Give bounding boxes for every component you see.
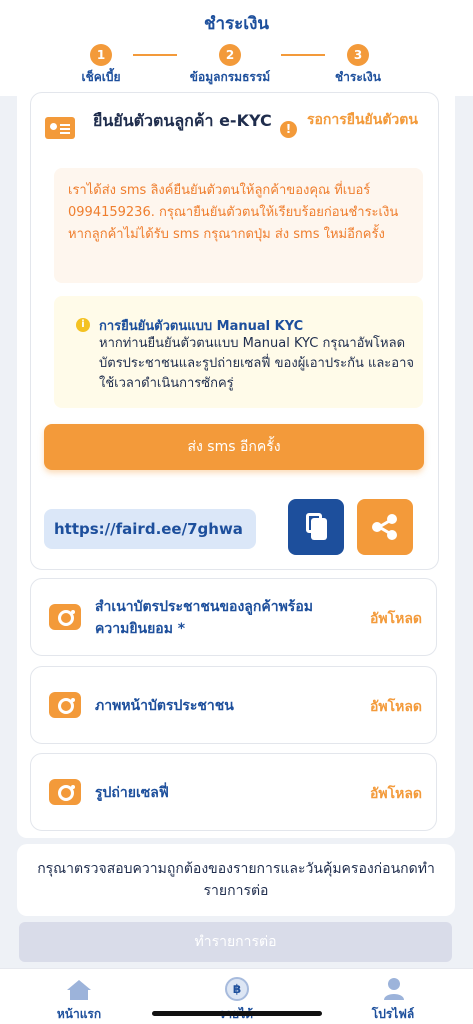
resend-sms-button[interactable]: ส่ง sms อีกครั้ง (44, 424, 424, 470)
nav-label: โปรไฟล์ (371, 1007, 415, 1021)
proceed-button[interactable]: ทำรายการต่อ (19, 922, 452, 962)
step-1-label: เช็คเบี้ย (81, 70, 121, 84)
upload-card-id-front[interactable]: ภาพหน้าบัตรประชาชน อัพโหลด (30, 666, 437, 744)
id-card-icon (45, 117, 75, 139)
manual-kyc-description: หากท่านยืนยันตัวตนแบบ Manual KYC กรุณาอั… (99, 336, 415, 391)
info-icon: i (76, 318, 90, 332)
ekyc-status: รอการยืนยันตัวตน (307, 112, 418, 128)
camera-icon (49, 779, 81, 805)
ekyc-title: ยืนยันตัวตนลูกค้า e-KYC (93, 111, 272, 130)
home-indicator (152, 1011, 322, 1016)
ekyc-card: ยืนยันตัวตนลูกค้า e-KYC ! รอการยืนยันตัว… (30, 92, 439, 570)
home-icon (67, 980, 91, 1000)
step-3-indicator: 3 (347, 44, 369, 66)
step-2-label: ข้อมูลกรมธรรม์ (189, 70, 271, 84)
nav-label: หน้าแรก (56, 1007, 102, 1021)
upload-card-id-copy[interactable]: สำเนาบัตรประชาชนของลูกค้าพร้อมความยินยอม… (30, 578, 437, 656)
camera-icon (49, 692, 81, 718)
profile-icon (384, 978, 404, 1000)
upload-button[interactable]: อัพโหลด (370, 608, 422, 630)
share-icon (372, 514, 397, 540)
coin-icon: ฿ (225, 977, 249, 1001)
step-3-label: ชำระเงิน (335, 70, 381, 84)
step-1-indicator: 1 (90, 44, 112, 66)
step-connector (281, 54, 325, 56)
warning-icon: ! (280, 121, 297, 138)
upload-button[interactable]: อัพโหลด (370, 696, 422, 718)
nav-item-profile[interactable]: โปรไฟล์ (338, 969, 448, 1024)
upload-label: สำเนาบัตรประชาชนของลูกค้าพร้อมความยินยอม… (95, 599, 313, 637)
step-connector (133, 54, 177, 56)
step-2-indicator: 2 (219, 44, 241, 66)
upload-label: ภาพหน้าบัตรประชาชน (95, 698, 234, 714)
share-link-button[interactable] (357, 499, 413, 555)
upload-card-selfie[interactable]: รูปถ่ายเซลฟี่ อัพโหลด (30, 753, 437, 831)
kyc-link-field[interactable]: https://faird.ee/7ghwa (44, 509, 256, 549)
sms-notice: เราได้ส่ง sms ลิงค์ยืนยันตัวตนให้ลูกค้าข… (54, 168, 423, 283)
confirmation-notice: กรุณาตรวจสอบความถูกต้องของรายการและวันคุ… (17, 844, 455, 916)
manual-kyc-title: การยืนยันตัวตนแบบ Manual KYC (99, 319, 304, 334)
copy-link-button[interactable] (288, 499, 344, 555)
header: ชำระเงิน 1 2 3 เช็คเบี้ย ข้อมูลกรมธรรม์ … (0, 0, 473, 96)
upload-label: รูปถ่ายเซลฟี่ (95, 785, 169, 801)
nav-item-home[interactable]: หน้าแรก (24, 969, 134, 1024)
upload-button[interactable]: อัพโหลด (370, 783, 422, 805)
page-title: ชำระเงิน (203, 14, 270, 34)
manual-kyc-box: i การยืนยันตัวตนแบบ Manual KYC หากท่านยื… (54, 296, 423, 408)
camera-icon (49, 604, 81, 630)
